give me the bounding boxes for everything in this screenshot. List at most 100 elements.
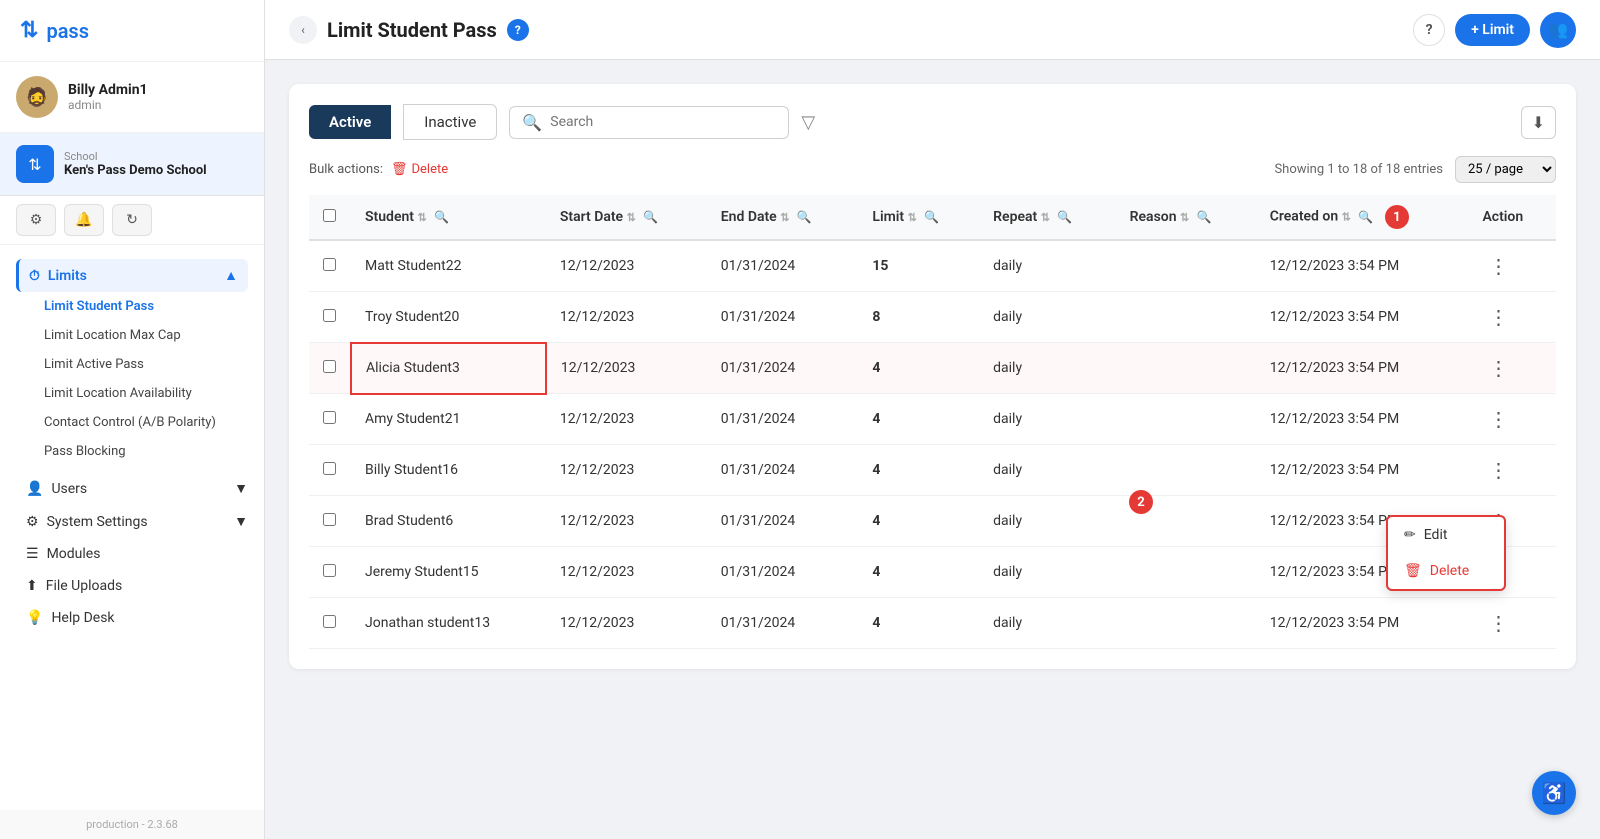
end-date-search-icon[interactable]: 🔍 — [797, 210, 812, 224]
sidebar-item-file-uploads[interactable]: ⬆ File Uploads — [0, 570, 264, 602]
action-button-4[interactable]: ⋮ — [1482, 456, 1514, 484]
limit-search-icon[interactable]: 🔍 — [924, 210, 939, 224]
start-date-cell-7: 12/12/2023 — [546, 598, 707, 649]
table-row: Billy Student16 12/12/2023 01/31/2024 4 … — [309, 445, 1556, 496]
sidebar-item-limit-location-max-cap[interactable]: Limit Location Max Cap — [16, 321, 248, 350]
sidebar-item-limit-active-pass[interactable]: Limit Active Pass — [16, 350, 248, 379]
page-title: Limit Student Pass — [327, 18, 497, 42]
table-body: Matt Student22 12/12/2023 01/31/2024 15 … — [309, 240, 1556, 649]
bulk-delete-button[interactable]: 🗑 Delete — [391, 162, 448, 177]
users-label: Users — [51, 481, 87, 497]
table-row: Jonathan student13 12/12/2023 01/31/2024… — [309, 598, 1556, 649]
sidebar-school[interactable]: ⇅ School Ken's Pass Demo School — [0, 133, 264, 196]
edit-menu-item[interactable]: ✏ Edit — [1388, 517, 1504, 553]
col-start-date-label: Start Date — [560, 209, 623, 225]
action-cell-4: ⋮ — [1468, 445, 1556, 496]
col-repeat: Repeat ⇅ 🔍 — [979, 195, 1115, 240]
start-date-sort-icon[interactable]: ⇅ — [627, 211, 636, 224]
collapse-sidebar-button[interactable]: ‹ — [289, 16, 317, 44]
created-on-sort-icon[interactable]: ⇅ — [1342, 211, 1351, 224]
repeat-cell-3: daily — [979, 394, 1115, 445]
refresh-button[interactable]: ↻ — [112, 204, 152, 236]
table-row: Alicia Student3 12/12/2023 01/31/2024 4 … — [309, 343, 1556, 394]
accessibility-button[interactable]: ♿ — [1532, 771, 1576, 815]
help-button[interactable]: ? — [1413, 14, 1445, 46]
reason-search-icon[interactable]: 🔍 — [1197, 210, 1212, 224]
end-date-cell-1: 01/31/2024 — [707, 292, 859, 343]
col-end-date: End Date ⇅ 🔍 — [707, 195, 859, 240]
action-button-2[interactable]: ⋮ — [1482, 354, 1514, 382]
row-checkbox-0[interactable] — [323, 258, 336, 271]
sidebar-item-users[interactable]: 👤 Users ▼ — [0, 472, 264, 505]
sidebar-item-pass-blocking[interactable]: Pass Blocking — [16, 437, 248, 466]
row-checkbox-1[interactable] — [323, 309, 336, 322]
select-all-checkbox[interactable] — [323, 209, 336, 222]
per-page-select[interactable]: 25 / page 50 / page 100 / page — [1455, 156, 1556, 183]
logo-icon: ⇅ — [20, 18, 38, 43]
limits-header[interactable]: ⏱ Limits ▲ — [16, 259, 248, 292]
limit-cell-5: 4 — [858, 496, 979, 547]
sidebar-item-contact-control[interactable]: Contact Control (A/B Polarity) — [16, 408, 248, 437]
row-checkbox-5[interactable] — [323, 513, 336, 526]
repeat-cell-4: daily — [979, 445, 1115, 496]
created-on-cell-7: 12/12/2023 3:54 PM — [1256, 598, 1469, 649]
end-date-sort-icon[interactable]: ⇅ — [780, 211, 789, 224]
row-checkbox-7[interactable] — [323, 615, 336, 628]
filter-button[interactable]: ▽ — [801, 112, 815, 133]
student-search-icon[interactable]: 🔍 — [434, 210, 449, 224]
sidebar-item-limit-location-availability[interactable]: Limit Location Availability — [16, 379, 248, 408]
limit-cell-6: 4 — [858, 547, 979, 598]
tab-active[interactable]: Active — [309, 105, 391, 139]
start-date-search-icon[interactable]: 🔍 — [643, 210, 658, 224]
limit-cell-7: 4 — [858, 598, 979, 649]
delete-label: Delete — [1430, 563, 1469, 579]
action-button-3[interactable]: ⋮ — [1482, 405, 1514, 433]
reason-sort-icon[interactable]: ⇅ — [1180, 211, 1189, 224]
action-cell-1: ⋮ — [1468, 292, 1556, 343]
repeat-cell-5: daily — [979, 496, 1115, 547]
title-help-icon[interactable]: ? — [507, 19, 529, 41]
download-button[interactable]: ⬇ — [1521, 106, 1556, 139]
delete-menu-item[interactable]: 🗑 Delete — [1388, 553, 1504, 589]
student-sort-icon[interactable]: ⇅ — [417, 211, 426, 224]
end-date-cell-7: 01/31/2024 — [707, 598, 859, 649]
people-button[interactable]: 👥 — [1540, 12, 1576, 48]
limit-cell-0: 15 — [858, 240, 979, 292]
row-checkbox-6[interactable] — [323, 564, 336, 577]
add-limit-button[interactable]: + Limit — [1455, 14, 1530, 46]
limits-icon: ⏱ — [29, 268, 40, 284]
col-student-label: Student — [365, 209, 414, 225]
filter-icon: ▽ — [801, 112, 815, 133]
repeat-search-icon[interactable]: 🔍 — [1057, 210, 1072, 224]
sidebar-item-help-desk[interactable]: 💡 Help Desk — [0, 602, 264, 634]
limit-cell-2: 4 — [858, 343, 979, 394]
reason-cell-6 — [1116, 547, 1256, 598]
action-button-7[interactable]: ⋮ — [1482, 609, 1514, 637]
logo-text: pass — [46, 19, 89, 43]
sidebar-logo: ⇅ pass — [0, 0, 264, 62]
limit-sort-icon[interactable]: ⇅ — [908, 211, 917, 224]
download-icon: ⬇ — [1532, 113, 1545, 132]
col-student: Student ⇅ 🔍 — [351, 195, 546, 240]
help-desk-label: Help Desk — [51, 610, 114, 626]
tab-inactive[interactable]: Inactive — [403, 104, 497, 140]
created-on-search-icon[interactable]: 🔍 — [1358, 210, 1373, 224]
search-icon: 🔍 — [522, 113, 542, 132]
repeat-sort-icon[interactable]: ⇅ — [1041, 211, 1050, 224]
sidebar-item-system-settings[interactable]: ⚙ System Settings ▼ — [0, 505, 264, 538]
row-checkbox-2[interactable] — [323, 360, 336, 373]
sidebar-item-limit-student-pass[interactable]: Limit Student Pass — [16, 292, 248, 321]
row-checkbox-4[interactable] — [323, 462, 336, 475]
col-action-label: Action — [1482, 209, 1523, 225]
action-button-1[interactable]: ⋮ — [1482, 303, 1514, 331]
notifications-button[interactable]: 🔔 — [64, 204, 104, 236]
row-checkbox-3[interactable] — [323, 411, 336, 424]
table-row: Amy Student21 12/12/2023 01/31/2024 4 da… — [309, 394, 1556, 445]
action-button-0[interactable]: ⋮ — [1482, 252, 1514, 280]
search-input[interactable] — [550, 114, 776, 130]
settings-button[interactable]: ⚙ — [16, 204, 56, 236]
annotation-1: 1 — [1385, 205, 1409, 229]
sidebar-item-modules[interactable]: ☰ Modules — [0, 538, 264, 570]
topbar: ‹ Limit Student Pass ? ? + Limit 👥 — [265, 0, 1600, 60]
student-cell-3: Amy Student21 — [351, 394, 546, 445]
